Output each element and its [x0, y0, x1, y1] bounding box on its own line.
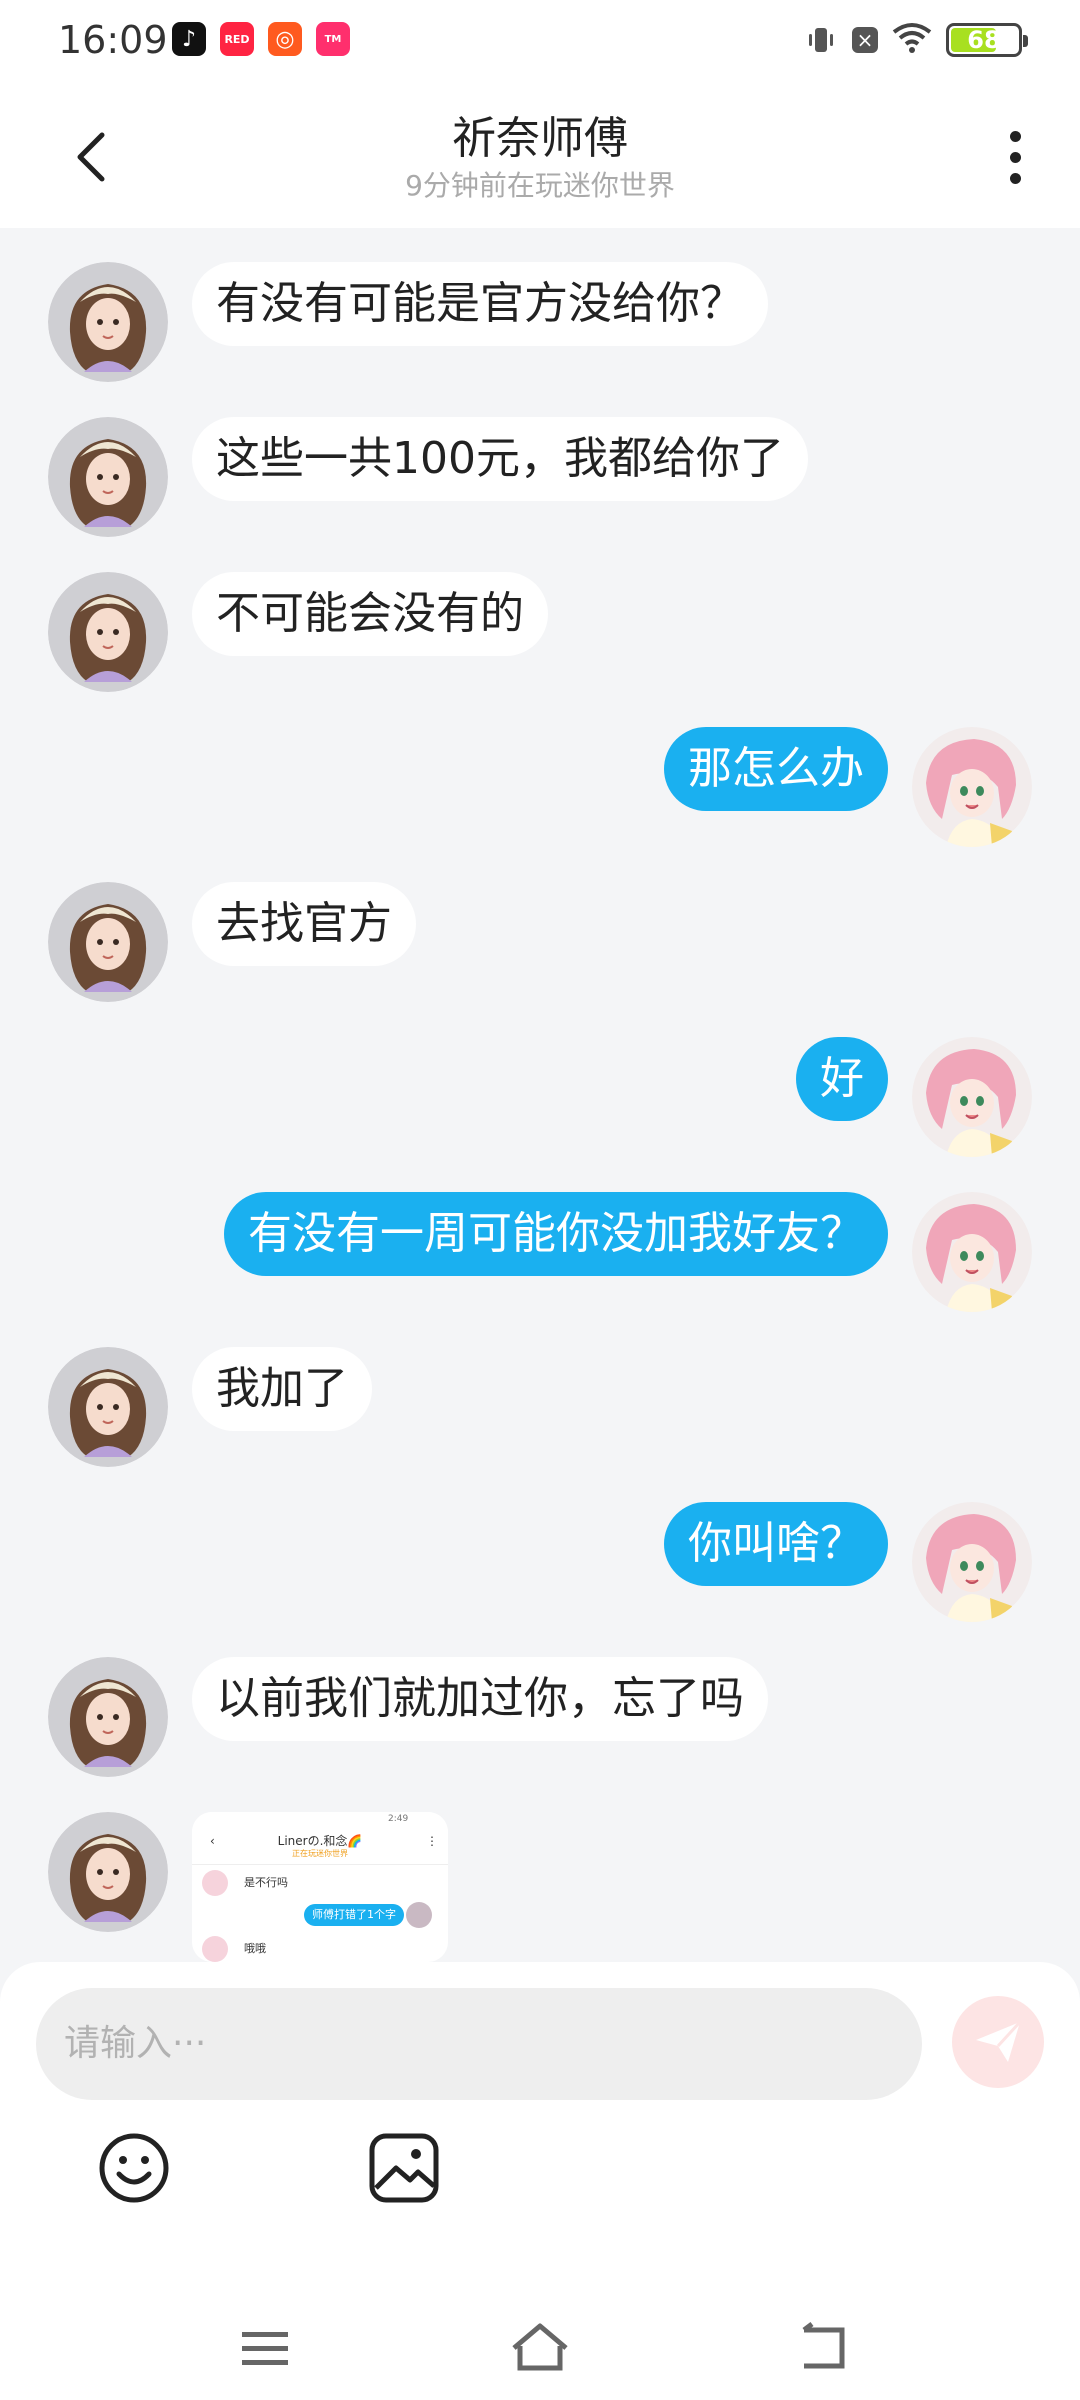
nav-home-button[interactable] [508, 2318, 572, 2382]
nav-back-button[interactable] [794, 2320, 854, 2380]
more-options-button[interactable] [990, 122, 1040, 192]
message-bubble[interactable]: 好 [796, 1037, 888, 1121]
system-nav-bar [0, 2300, 1080, 2400]
message-bubble[interactable]: 那怎么办 [664, 727, 888, 811]
thumb-line-1: 是不行吗 [244, 1876, 288, 1889]
contact-avatar[interactable] [48, 1812, 168, 1932]
message-bubble[interactable]: 有没有可能是官方没给你？ [192, 262, 768, 346]
status-app-icons: ♪ RED ◎ TM [172, 22, 350, 56]
menu-icon [242, 2332, 288, 2365]
thumb-subtitle: 正在玩迷你世界 [292, 1849, 348, 1858]
message-bubble[interactable]: 你叫啥？ [664, 1502, 888, 1586]
thumb-avatar [202, 1936, 228, 1962]
message-bubble[interactable]: 这些一共100元，我都给你了 [192, 417, 808, 501]
status-time: 16:09 [58, 18, 168, 62]
message-row-incoming: 我加了 [0, 1347, 1080, 1467]
message-input[interactable]: 请输入··· [36, 1988, 922, 2100]
status-bar: 16:09 ♪ RED ◎ TM × 68 [0, 0, 1080, 80]
wifi-icon [892, 22, 932, 58]
contact-avatar[interactable] [48, 1657, 168, 1777]
image-icon [369, 2133, 439, 2203]
contact-name: 祈奈师傅 [452, 113, 628, 164]
message-row-outgoing: 有没有一周可能你没加我好友？ [0, 1192, 1080, 1312]
message-row-incoming: 以前我们就加过你，忘了吗 [0, 1657, 1080, 1777]
nav-recent-button[interactable] [238, 2324, 298, 2378]
thumb-line-3: 哦哦 [244, 1942, 266, 1955]
message-row-outgoing: 你叫啥？ [0, 1502, 1080, 1622]
no-sim-icon: × [852, 27, 878, 53]
send-icon [976, 2020, 1022, 2062]
status-right: × 68 [804, 22, 1028, 58]
image-button[interactable] [366, 2130, 442, 2206]
my-avatar[interactable] [912, 727, 1032, 847]
message-row-incoming: 2:49 ‹ Linerの.和念🌈 正在玩迷你世界 ⋮ 是不行吗 师傅打错了1个… [0, 1812, 1080, 1962]
message-row-incoming: 去找官方 [0, 882, 1080, 1002]
more-dot-icon [1009, 151, 1021, 163]
smile-icon [99, 2133, 169, 2203]
message-row-outgoing: 那怎么办 [0, 727, 1080, 847]
contact-status: 9分钟前在玩迷你世界 [405, 169, 675, 202]
message-bubble[interactable]: 我加了 [192, 1347, 372, 1431]
vibrate-icon [804, 23, 838, 57]
contact-avatar[interactable] [48, 417, 168, 537]
message-bubble[interactable]: 有没有一周可能你没加我好友？ [224, 1192, 888, 1276]
contact-avatar[interactable] [48, 1347, 168, 1467]
xiaohongshu-icon: RED [220, 22, 254, 56]
contact-avatar[interactable] [48, 262, 168, 382]
thumb-avatar [406, 1902, 432, 1928]
message-bubble[interactable]: 不可能会没有的 [192, 572, 548, 656]
tmall-icon: TM [316, 22, 350, 56]
contact-avatar[interactable] [48, 882, 168, 1002]
more-dot-icon [1009, 172, 1021, 184]
message-row-outgoing: 好 [0, 1037, 1080, 1157]
thumb-avatar [202, 1870, 228, 1896]
thumb-line-2: 师傅打错了1个字 [304, 1904, 404, 1926]
tiktok-icon: ♪ [172, 22, 206, 56]
emoji-button[interactable] [96, 2130, 172, 2206]
send-button[interactable] [952, 1996, 1044, 2088]
kuaishou-icon: ◎ [268, 22, 302, 56]
thumb-title: Linerの.和念🌈 [277, 1834, 363, 1848]
contact-avatar[interactable] [48, 572, 168, 692]
message-bubble[interactable]: 去找官方 [192, 882, 416, 966]
message-row-incoming: 不可能会没有的 [0, 572, 1080, 692]
thumb-more-icon: ⋮ [426, 1834, 438, 1848]
my-avatar[interactable] [912, 1502, 1032, 1622]
home-icon [512, 2323, 568, 2371]
my-avatar[interactable] [912, 1192, 1032, 1312]
battery-level: 68 [967, 26, 1001, 54]
thumb-time: 2:49 [388, 1814, 409, 1824]
message-bubble[interactable]: 以前我们就加过你，忘了吗 [192, 1657, 768, 1741]
more-dot-icon [1009, 130, 1021, 142]
message-row-incoming: 这些一共100元，我都给你了 [0, 417, 1080, 537]
message-row-incoming: 有没有可能是官方没给你？ [0, 262, 1080, 382]
my-avatar[interactable] [912, 1037, 1032, 1157]
chat-header: 祈奈师傅 9分钟前在玩迷你世界 [0, 80, 1080, 228]
battery-icon: 68 [946, 23, 1028, 57]
back-arrow-icon [802, 2322, 845, 2369]
image-message[interactable]: 2:49 ‹ Linerの.和念🌈 正在玩迷你世界 ⋮ 是不行吗 师傅打错了1个… [192, 1812, 448, 1962]
